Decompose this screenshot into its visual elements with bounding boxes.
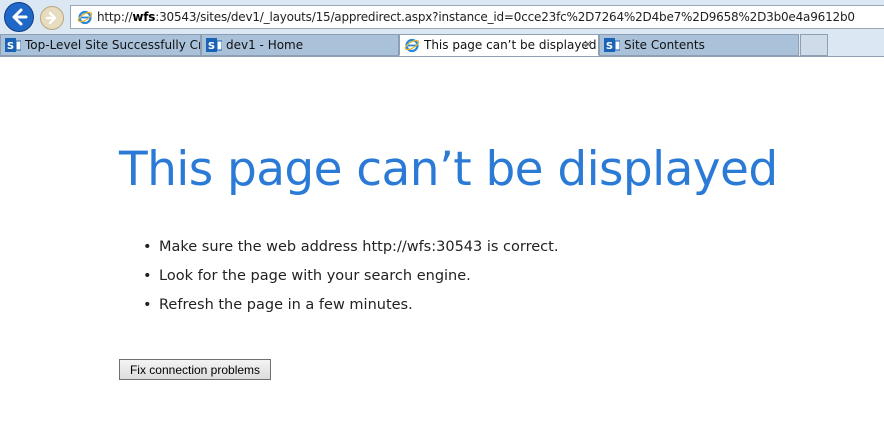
tab-label: dev1 - Home xyxy=(226,38,304,52)
tab-top-level-site[interactable]: S Top-Level Site Successfully Cre... xyxy=(0,34,201,56)
sharepoint-icon: S xyxy=(206,38,222,52)
forward-button[interactable] xyxy=(40,6,64,30)
back-button[interactable] xyxy=(4,2,34,32)
sharepoint-icon: S xyxy=(5,38,21,52)
url-prefix: http:// xyxy=(97,10,133,24)
address-bar-row: http://wfs:30543/sites/dev1/_layouts/15/… xyxy=(0,0,884,33)
address-url: http://wfs:30543/sites/dev1/_layouts/15/… xyxy=(97,10,855,24)
tab-label: This page can’t be displayed xyxy=(424,38,597,52)
tab-label: Top-Level Site Successfully Cre... xyxy=(25,38,200,52)
tab-label: Site Contents xyxy=(624,38,705,52)
internet-explorer-icon xyxy=(77,10,93,25)
svg-text:S: S xyxy=(7,41,14,52)
suggestion-list: Make sure the web address http://wfs:305… xyxy=(143,239,558,326)
suggestion-item: Make sure the web address http://wfs:305… xyxy=(143,239,558,268)
tab-close-icon[interactable]: × xyxy=(583,37,593,51)
tab-bar: S Top-Level Site Successfully Cre... S d… xyxy=(0,33,884,57)
tab-page-cant-be-displayed[interactable]: This page can’t be displayed × xyxy=(399,34,599,56)
svg-text:S: S xyxy=(208,41,215,52)
new-tab-button[interactable] xyxy=(800,34,828,56)
address-field[interactable]: http://wfs:30543/sites/dev1/_layouts/15/… xyxy=(70,5,884,29)
tab-site-contents[interactable]: S Site Contents xyxy=(599,34,799,56)
fix-connection-problems-button[interactable]: Fix connection problems xyxy=(119,359,271,380)
sharepoint-icon: S xyxy=(604,38,620,52)
internet-explorer-icon xyxy=(404,38,420,53)
url-path: :30543/sites/dev1/_layouts/15/appredirec… xyxy=(155,10,855,24)
suggestion-item: Refresh the page in a few minutes. xyxy=(143,297,558,326)
url-host: wfs xyxy=(132,10,156,24)
back-arrow-icon xyxy=(12,8,28,26)
page-title: This page can’t be displayed xyxy=(119,142,778,197)
forward-arrow-icon xyxy=(45,11,57,25)
suggestion-item: Look for the page with your search engin… xyxy=(143,268,558,297)
svg-text:S: S xyxy=(606,41,613,52)
tab-dev1-home[interactable]: S dev1 - Home xyxy=(201,34,399,56)
